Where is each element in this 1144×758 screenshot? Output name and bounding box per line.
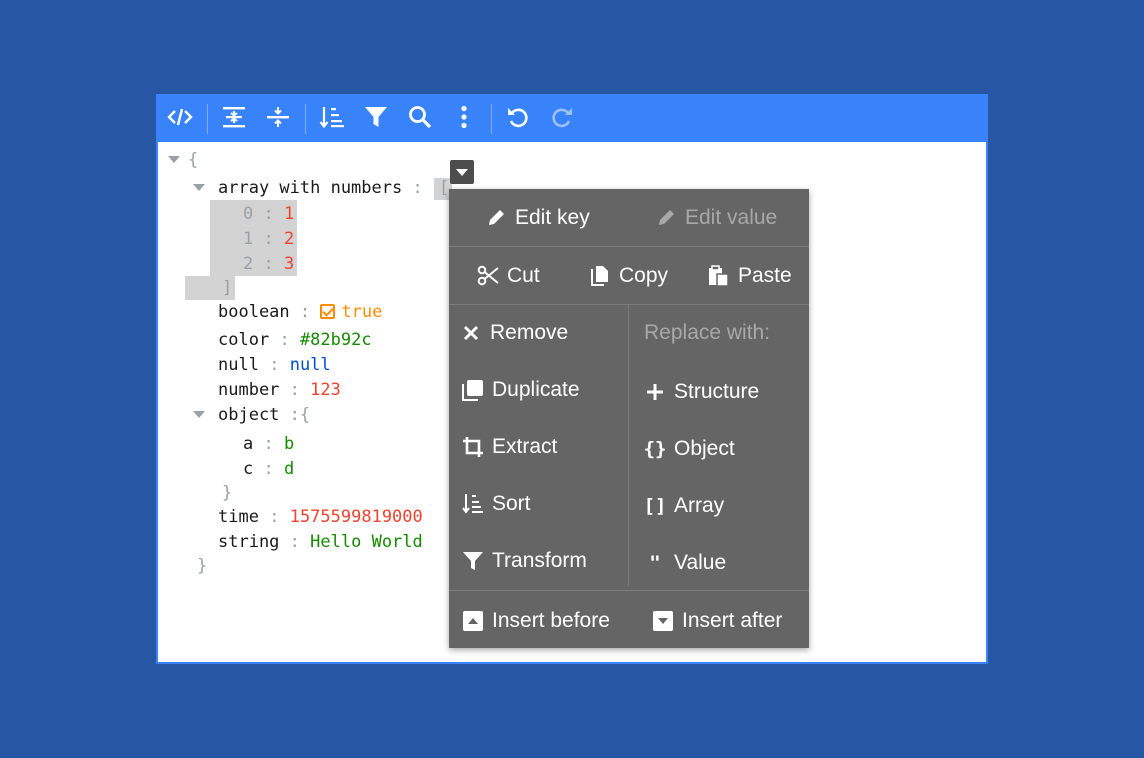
- menu-replace-array[interactable]: [] Array: [643, 486, 725, 526]
- menu-copy[interactable]: Copy: [589, 256, 668, 296]
- array-close-bracket: ]: [222, 278, 233, 298]
- tree-row-array-item[interactable]: 2 : 3: [243, 252, 294, 276]
- filter-icon: [462, 550, 484, 572]
- tree-row-time[interactable]: time : 1575599819000: [218, 505, 423, 529]
- root-close-brace: }: [197, 556, 208, 576]
- redo-button[interactable]: [540, 96, 584, 142]
- tree-row-number[interactable]: number : 123: [218, 378, 341, 402]
- scissors-icon: [477, 265, 499, 287]
- field-key[interactable]: array with numbers: [218, 178, 402, 198]
- expand-all-button[interactable]: [212, 96, 256, 142]
- pencil-icon: [655, 207, 677, 229]
- code-mode-button[interactable]: [158, 96, 202, 142]
- menu-replace-structure[interactable]: Structure: [644, 372, 759, 412]
- object-icon: {}: [643, 438, 667, 460]
- toolbar: [158, 96, 986, 142]
- object-expand-icon[interactable]: [193, 411, 205, 418]
- menu-replace-with-label: Replace with:: [644, 321, 771, 344]
- undo-button[interactable]: [496, 96, 540, 142]
- menu-insert-after[interactable]: Insert after: [652, 601, 782, 641]
- menu-sort[interactable]: Sort: [462, 484, 531, 524]
- close-icon: [460, 322, 482, 344]
- array-icon: []: [643, 495, 667, 517]
- menu-replace-object[interactable]: {} Object: [644, 429, 735, 469]
- sort-icon: [319, 105, 345, 133]
- code-icon: [167, 107, 193, 131]
- tree-row-string[interactable]: string : Hello World: [218, 530, 423, 554]
- insert-before-icon: [462, 610, 484, 632]
- boolean-checkbox[interactable]: [320, 304, 336, 319]
- menu-remove[interactable]: Remove: [460, 313, 568, 353]
- collapse-all-button[interactable]: [256, 96, 300, 142]
- tree-row-null[interactable]: null : null: [218, 353, 331, 377]
- menu-paste[interactable]: Paste: [708, 256, 792, 296]
- filter-button[interactable]: [354, 96, 398, 142]
- tree-row-array-item[interactable]: 0 : 1: [243, 202, 294, 226]
- quote-icon: ": [649, 552, 661, 574]
- root-open-brace: {: [188, 150, 199, 170]
- tree-row-array-item[interactable]: 1 : 2: [243, 227, 294, 251]
- root-expand-icon[interactable]: [168, 156, 180, 163]
- crop-icon: [462, 436, 484, 458]
- more-button[interactable]: [442, 96, 486, 142]
- tree-row-boolean[interactable]: boolean : true: [218, 300, 382, 324]
- context-menu-button[interactable]: [450, 160, 474, 184]
- sort-button[interactable]: [310, 96, 354, 142]
- duplicate-icon: [462, 379, 484, 401]
- redo-icon: [550, 105, 574, 133]
- undo-icon: [506, 105, 530, 133]
- expand-all-icon: [222, 105, 246, 133]
- plus-icon: [644, 381, 666, 403]
- menu-edit-value[interactable]: Edit value: [655, 198, 777, 238]
- menu-edit-key[interactable]: Edit key: [485, 198, 590, 238]
- copy-icon: [589, 265, 611, 287]
- collapse-all-icon: [266, 105, 290, 133]
- array-open-bracket: [: [439, 178, 450, 198]
- search-button[interactable]: [398, 96, 442, 142]
- context-menu: Edit key Edit value Cut Copy Paste Remov…: [449, 189, 809, 648]
- tree-row-array[interactable]: array with numbers :: [218, 176, 433, 200]
- tree-row-object-item[interactable]: c : d: [243, 457, 294, 481]
- insert-after-icon: [652, 610, 674, 632]
- paste-icon: [708, 265, 730, 287]
- more-vertical-icon: [460, 105, 468, 133]
- search-icon: [408, 105, 432, 133]
- menu-duplicate[interactable]: Duplicate: [462, 370, 580, 410]
- object-close-brace: }: [222, 483, 233, 503]
- tree-row-object-item[interactable]: a : b: [243, 432, 294, 456]
- menu-transform[interactable]: Transform: [462, 541, 587, 581]
- filter-icon: [364, 105, 388, 133]
- array-expand-icon[interactable]: [193, 184, 205, 191]
- menu-extract[interactable]: Extract: [462, 427, 557, 467]
- sort-icon: [462, 493, 484, 515]
- tree-row-color[interactable]: color : #82b92c: [218, 328, 372, 352]
- tree-row-object[interactable]: object :{: [218, 403, 310, 427]
- menu-cut[interactable]: Cut: [477, 256, 540, 296]
- pencil-icon: [485, 207, 507, 229]
- menu-replace-value[interactable]: " Value: [644, 543, 726, 583]
- menu-insert-before[interactable]: Insert before: [462, 601, 610, 641]
